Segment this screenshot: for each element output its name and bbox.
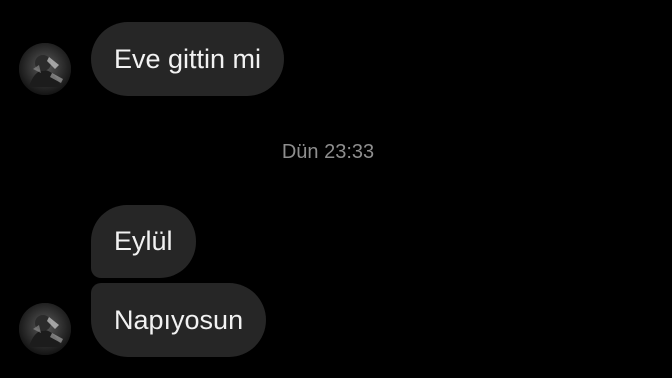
- contact-avatar[interactable]: [19, 303, 71, 355]
- message-bubble[interactable]: Eylül: [91, 205, 196, 278]
- avatar-photo-icon: [19, 303, 71, 355]
- message-text: Napıyosun: [114, 304, 244, 335]
- message-text: Eylül: [114, 226, 173, 256]
- avatar-photo-icon: [19, 43, 71, 95]
- message-bubble[interactable]: Eve gittin mi: [91, 22, 285, 96]
- message-timestamp: Dün 23:33: [281, 141, 375, 163]
- message-bubble[interactable]: Napıyosun: [91, 283, 267, 357]
- chat-thread: Eve gittin mi Dün 23:33 Eylül Napıyosun: [0, 0, 672, 378]
- contact-avatar[interactable]: [19, 43, 71, 95]
- message-text: Eve gittin mi: [114, 43, 262, 74]
